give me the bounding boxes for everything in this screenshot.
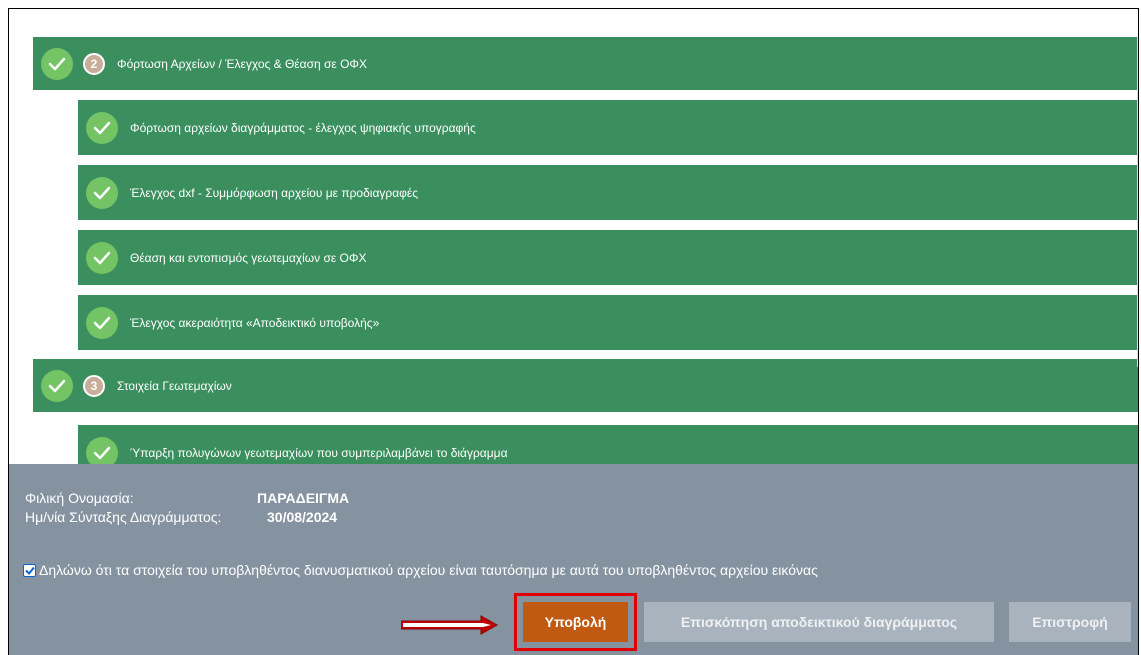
substep-parcel-polygons[interactable]: Ύπαρξη πολυγώνων γεωτεμαχίων που συμπερι… bbox=[78, 425, 1138, 464]
wizard-panel: 2 Φόρτωση Αρχείων / Έλεγχος & Θέαση σε Ο… bbox=[8, 8, 1139, 655]
step-number-badge: 2 bbox=[83, 52, 105, 75]
substep-integrity-check[interactable]: Έλεγχος ακεραιότητα «Αποδεικτικό υποβολή… bbox=[78, 295, 1138, 350]
back-button[interactable]: Επιστροφή bbox=[1009, 602, 1131, 642]
submit-button[interactable]: Υποβολή bbox=[523, 602, 628, 642]
check-icon bbox=[41, 369, 73, 402]
declaration-checkbox[interactable] bbox=[23, 563, 36, 577]
check-icon bbox=[86, 436, 118, 464]
date-row: Ημ/νία Σύνταξης Διαγράμματος: 30/08/2024 bbox=[25, 509, 337, 525]
step-parcel-data[interactable]: 3 Στοιχεία Γεωτεμαχίων bbox=[33, 359, 1138, 412]
substep-label: Θέαση και εντοπισμός γεωτεμαχίων σε ΟΦΧ bbox=[130, 250, 367, 265]
substep-label: Φόρτωση αρχείων διαγράμματος - έλεγχος ψ… bbox=[130, 120, 476, 135]
preview-certificate-button[interactable]: Επισκόπηση αποδεικτικού διαγράμματος bbox=[644, 602, 994, 642]
substep-dxf-check[interactable]: Έλεγχος dxf - Συμμόρφωση αρχείου με προδ… bbox=[78, 165, 1138, 220]
friendly-name-label: Φιλική Ονομασία: bbox=[25, 490, 134, 506]
check-icon bbox=[41, 47, 73, 80]
check-icon bbox=[86, 111, 118, 144]
step-label: Στοιχεία Γεωτεμαχίων bbox=[117, 378, 232, 393]
friendly-name-value: ΠΑΡΑΔΕΙΓΜΑ bbox=[257, 490, 350, 506]
pointer-arrow-icon bbox=[401, 615, 499, 635]
steps-list[interactable]: 2 Φόρτωση Αρχείων / Έλεγχος & Θέαση σε Ο… bbox=[9, 9, 1138, 464]
check-icon bbox=[86, 241, 118, 274]
check-icon bbox=[86, 306, 118, 339]
submission-footer: Φιλική Ονομασία: ΠΑΡΑΔΕΙΓΜΑ Ημ/νία Σύντα… bbox=[9, 464, 1138, 655]
declaration-row: Δηλώνω ότι τα στοιχεία του υποβληθέντος … bbox=[23, 562, 818, 578]
substep-label: Έλεγχος dxf - Συμμόρφωση αρχείου με προδ… bbox=[130, 185, 419, 200]
declaration-text: Δηλώνω ότι τα στοιχεία του υποβληθέντος … bbox=[39, 562, 818, 578]
friendly-name-row: Φιλική Ονομασία: ΠΑΡΑΔΕΙΓΜΑ bbox=[25, 490, 349, 506]
date-value: 30/08/2024 bbox=[267, 509, 338, 525]
vertical-scrollbar[interactable] bbox=[1137, 37, 1138, 367]
check-icon bbox=[86, 176, 118, 209]
date-label: Ημ/νία Σύνταξης Διαγράμματος: bbox=[25, 509, 222, 525]
substep-label: Ύπαρξη πολυγώνων γεωτεμαχίων που συμπερι… bbox=[130, 445, 508, 460]
step-upload-files[interactable]: 2 Φόρτωση Αρχείων / Έλεγχος & Θέαση σε Ο… bbox=[33, 37, 1138, 90]
step-number-badge: 3 bbox=[83, 374, 105, 397]
substep-digital-signature[interactable]: Φόρτωση αρχείων διαγράμματος - έλεγχος ψ… bbox=[78, 100, 1138, 155]
substep-view-parcels[interactable]: Θέαση και εντοπισμός γεωτεμαχίων σε ΟΦΧ bbox=[78, 230, 1138, 285]
step-label: Φόρτωση Αρχείων / Έλεγχος & Θέαση σε ΟΦΧ bbox=[117, 56, 368, 71]
substep-label: Έλεγχος ακεραιότητα «Αποδεικτικό υποβολή… bbox=[130, 315, 380, 330]
